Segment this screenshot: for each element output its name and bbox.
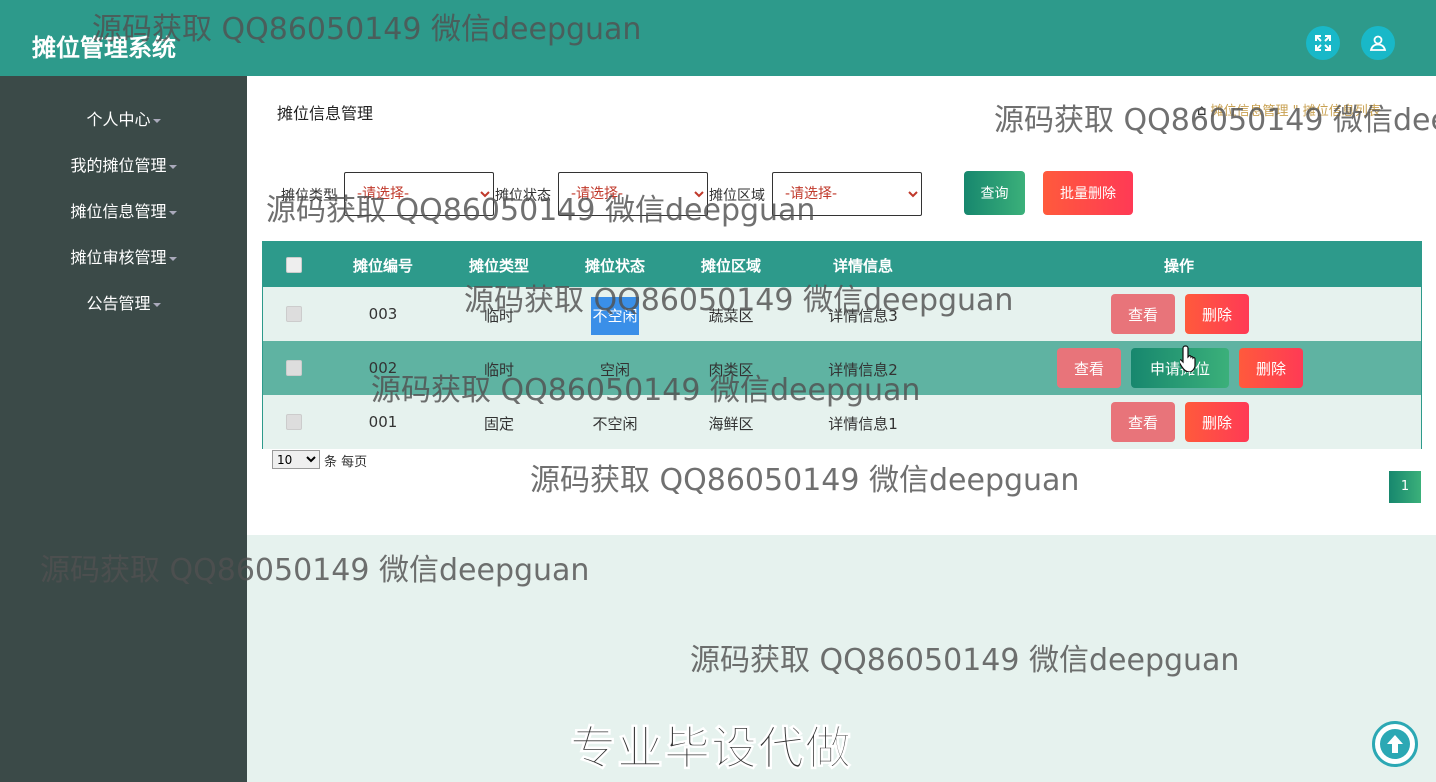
cell-id: 001	[368, 413, 398, 431]
table-header: 摊位编号 摊位类型 摊位状态 摊位区域 详情信息 操作	[263, 242, 1421, 287]
column-header: 操作	[1163, 257, 1194, 275]
cell-type: 固定	[483, 415, 514, 433]
slogan-watermark: 专业毕设代做	[570, 721, 852, 776]
table-row: 003 临时 不空闲 蔬菜区 详情信息3 查看 删除	[263, 287, 1421, 341]
view-button[interactable]: 查看	[1111, 402, 1175, 442]
page-title: 摊位信息管理	[277, 104, 374, 123]
select-all-checkbox[interactable]	[286, 257, 302, 273]
area-filter-select[interactable]: -请选择-	[772, 172, 922, 216]
cell-detail: 详情信息3	[828, 307, 898, 325]
arrow-up-icon	[1380, 729, 1410, 759]
sidebar-item-label: 摊位审核管理	[70, 248, 167, 267]
sidebar-item-stall-info[interactable]: 摊位信息管理	[0, 197, 247, 227]
fullscreen-button[interactable]	[1306, 26, 1340, 60]
caret-down-icon	[168, 164, 177, 169]
area-filter-label: 摊位区域	[709, 188, 765, 204]
sidebar-item-personal-center[interactable]: 个人中心	[0, 105, 247, 135]
sidebar-item-my-stall[interactable]: 我的摊位管理	[0, 151, 247, 181]
cell-status: 不空闲	[565, 297, 665, 335]
status-filter-label: 摊位状态	[495, 188, 551, 204]
column-header: 摊位状态	[584, 257, 645, 275]
row-checkbox[interactable]	[286, 360, 302, 376]
breadcrumb-text[interactable]: 摊位信息管理 " 摊位信息列表	[1211, 104, 1381, 119]
sidebar-item-announcements[interactable]: 公告管理	[0, 289, 247, 319]
cell-type: 临时	[483, 307, 514, 325]
query-button[interactable]: 查询	[964, 171, 1025, 215]
column-header: 摊位区域	[700, 257, 761, 275]
app-title: 摊位管理系统	[32, 34, 176, 62]
cell-type: 临时	[483, 361, 514, 379]
cell-id: 003	[368, 305, 398, 323]
row-checkbox[interactable]	[286, 306, 302, 322]
column-header: 详情信息	[832, 257, 893, 275]
caret-down-icon	[168, 210, 177, 215]
sidebar-item-label: 个人中心	[86, 110, 151, 129]
row-checkbox[interactable]	[286, 414, 302, 430]
user-button[interactable]	[1361, 26, 1395, 60]
home-icon[interactable]: ⌂	[1197, 101, 1207, 119]
caret-down-icon	[152, 302, 161, 307]
stall-table: 摊位编号 摊位类型 摊位状态 摊位区域 详情信息 操作 003 临时 不空闲 蔬…	[262, 241, 1422, 449]
cell-area: 肉类区	[708, 361, 754, 379]
type-filter-label: 摊位类型	[281, 188, 337, 204]
sidebar-item-label: 公告管理	[86, 294, 151, 313]
cell-area: 蔬菜区	[708, 307, 754, 325]
cell-id: 002	[368, 359, 398, 377]
breadcrumb: ⌂ 摊位信息管理 " 摊位信息列表	[1197, 100, 1381, 119]
cell-detail: 详情信息2	[828, 361, 898, 379]
caret-down-icon	[168, 256, 177, 261]
fullscreen-icon	[1315, 35, 1331, 51]
delete-button[interactable]: 删除	[1239, 348, 1303, 388]
sidebar-item-label: 我的摊位管理	[70, 156, 167, 175]
top-header: 摊位管理系统	[0, 0, 1436, 76]
column-header: 摊位编号	[352, 257, 413, 275]
column-header: 摊位类型	[468, 257, 529, 275]
per-page-label: 条 每页	[324, 455, 368, 470]
view-button[interactable]: 查看	[1111, 294, 1175, 334]
batch-delete-button[interactable]: 批量删除	[1043, 171, 1133, 215]
page-size-select[interactable]: 10	[272, 450, 320, 469]
user-icon	[1369, 35, 1387, 51]
sidebar-item-stall-review[interactable]: 摊位审核管理	[0, 243, 247, 273]
view-button[interactable]: 查看	[1057, 348, 1121, 388]
cell-status: 不空闲	[592, 415, 638, 433]
apply-stall-button[interactable]: 申请摊位	[1131, 348, 1229, 388]
table-row: 001 固定 不空闲 海鲜区 详情信息1 查看 删除	[263, 395, 1421, 449]
delete-button[interactable]: 删除	[1185, 294, 1249, 334]
cell-area: 海鲜区	[708, 415, 754, 433]
status-filter-select[interactable]: -请选择-	[558, 172, 708, 216]
cell-detail: 详情信息1	[828, 415, 898, 433]
sidebar: 个人中心 我的摊位管理 摊位信息管理 摊位审核管理 公告管理	[0, 76, 247, 782]
sidebar-item-label: 摊位信息管理	[70, 202, 167, 221]
main-panel: 摊位信息管理 ⌂ 摊位信息管理 " 摊位信息列表 摊位类型 -请选择- 摊位状态 …	[247, 76, 1436, 535]
table-row: 002 临时 空闲 肉类区 详情信息2 查看 申请摊位 删除	[263, 341, 1421, 395]
type-filter-select[interactable]: -请选择-	[344, 172, 494, 216]
cell-status-text: 不空闲	[591, 297, 639, 335]
cell-status: 空闲	[599, 361, 630, 379]
delete-button[interactable]: 删除	[1185, 402, 1249, 442]
page-number-button[interactable]: 1	[1389, 471, 1421, 503]
back-to-top-button[interactable]	[1372, 721, 1418, 767]
watermark-text: 源码获取 QQ86050149 微信deepguan	[690, 643, 1240, 678]
caret-down-icon	[152, 118, 161, 123]
